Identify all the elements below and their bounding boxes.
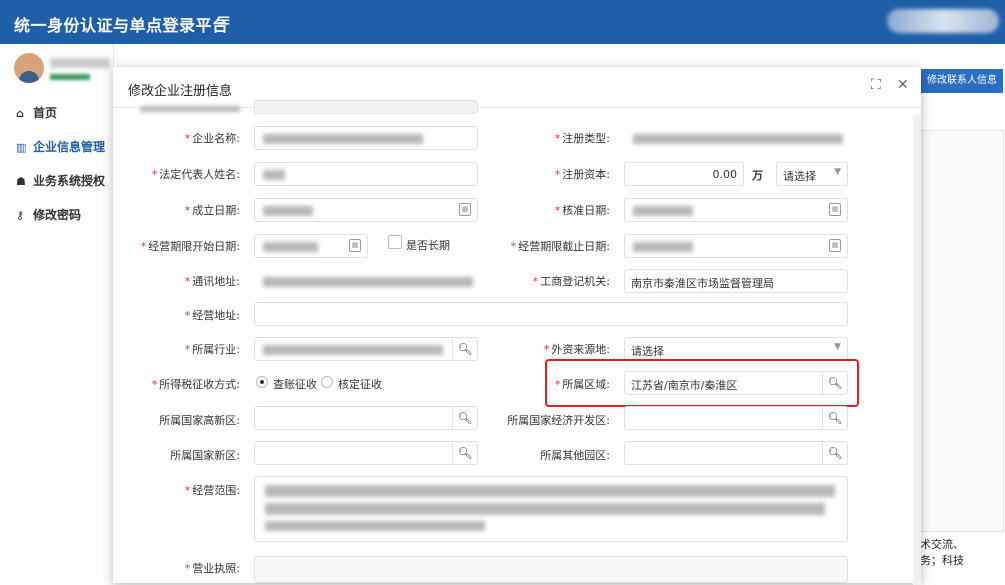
established-label: * 成立日期: <box>184 204 240 217</box>
scrollbar[interactable] <box>913 115 921 585</box>
reg-type-label: * 注册类型: <box>554 132 610 145</box>
field-label-redacted <box>140 106 240 112</box>
chevron-down-icon: ▼ <box>834 342 841 352</box>
reg-type-select[interactable] <box>624 126 848 150</box>
credit-code-input[interactable] <box>254 100 478 114</box>
menu-toggle-icon[interactable]: ≡ <box>216 10 231 31</box>
reg-authority-label: * 工商登记机关: <box>532 275 610 288</box>
fullscreen-icon[interactable]: ⛶ <box>871 77 881 93</box>
established-date-input[interactable]: ▦ <box>254 198 478 222</box>
region-highlight-box <box>545 359 859 407</box>
tax-method-label: * 所得税征收方式: <box>151 378 240 391</box>
search-icon[interactable]: 🔍︎ <box>822 407 847 429</box>
calendar-icon: ▦ <box>829 239 841 252</box>
currency-select[interactable]: 请选择 ▼ <box>776 162 848 186</box>
close-icon[interactable]: ✕ <box>897 77 909 93</box>
background-text: 术交流、 <box>920 538 964 551</box>
foreign-source-select[interactable]: 请选择 ▼ <box>624 337 848 361</box>
search-icon[interactable]: 🔍︎ <box>822 442 847 464</box>
app-title: 统一身份认证与单点登录平台 <box>14 16 229 35</box>
biz-address-input[interactable] <box>254 302 848 326</box>
national-new-label: 所属国家新区: <box>170 449 240 462</box>
national-econ-input[interactable]: 🔍︎ <box>624 406 848 430</box>
edit-contact-button[interactable]: 修改联系人信息 <box>921 69 1003 93</box>
reg-capital-input[interactable]: 0.00 <box>624 162 744 186</box>
search-icon[interactable]: 🔍︎ <box>452 338 477 360</box>
legal-rep-label: * 法定代表人姓名: <box>151 168 240 181</box>
foreign-source-label: * 外资来源地: <box>543 343 610 356</box>
biz-address-label: * 经营地址: <box>184 309 240 322</box>
license-upload[interactable] <box>254 556 848 583</box>
sidebar-item-enterprise[interactable]: ▥ 企业信息管理 <box>16 138 105 155</box>
sidebar-item-home[interactable]: ⌂ 首页 <box>16 104 57 121</box>
capital-unit: 万 <box>752 169 763 182</box>
bank-icon: ▥ <box>16 141 27 154</box>
address-label: * 通讯地址: <box>184 275 240 288</box>
national-new-input[interactable]: 🔍︎ <box>254 441 478 465</box>
address-input[interactable] <box>254 269 478 293</box>
term-end-date-input[interactable]: ▦ <box>624 234 848 258</box>
search-icon[interactable]: 🔍︎ <box>452 442 477 464</box>
other-park-label: 所属其他园区: <box>540 449 610 462</box>
tax-option-audit-label: 查账征收 <box>273 378 317 391</box>
reg-capital-label: * 注册资本: <box>554 168 610 181</box>
modal-title: 修改企业注册信息 <box>128 84 233 99</box>
term-start-date-input[interactable]: ▦ <box>254 234 368 258</box>
users-icon: ☗ <box>16 175 26 188</box>
background-text: 务；科技 <box>920 554 964 567</box>
sidebar: ⌂ 首页 ▥ 企业信息管理 ☗ 业务系统授权 ⚷ 修改密码 <box>0 44 114 583</box>
sidebar-item-authorization[interactable]: ☗ 业务系统授权 <box>16 172 105 189</box>
modal-header: 修改企业注册信息 ⛶ ✕ <box>113 67 921 108</box>
other-park-input[interactable]: 🔍︎ <box>624 441 848 465</box>
tax-option-assessed-label: 核定征收 <box>338 378 382 391</box>
calendar-icon: ▦ <box>829 203 841 216</box>
national-hitech-input[interactable]: 🔍︎ <box>254 406 478 430</box>
term-start-label: * 经营期限开始日期: <box>140 240 240 253</box>
license-label: * 营业执照: <box>184 562 240 575</box>
long-term-label: 是否长期 <box>406 239 450 252</box>
national-econ-label: 所属国家经济开发区: <box>507 414 610 427</box>
avatar <box>14 53 44 83</box>
top-bar: 统一身份认证与单点登录平台 ≡ <box>0 0 1005 44</box>
company-name-input[interactable] <box>254 126 478 150</box>
calendar-icon: ▦ <box>459 203 471 216</box>
national-hitech-label: 所属国家高新区: <box>159 414 240 427</box>
legal-rep-input[interactable] <box>254 162 478 186</box>
user-name-redacted <box>50 58 110 68</box>
industry-input[interactable]: 🔍︎ <box>254 337 478 361</box>
long-term-checkbox[interactable] <box>388 235 402 249</box>
biz-scope-textarea[interactable] <box>254 476 848 542</box>
calendar-icon: ▦ <box>349 239 361 252</box>
user-status-redacted <box>50 74 90 80</box>
reg-authority-input[interactable]: 南京市秦淮区市场监督管理局 <box>624 269 848 293</box>
company-name-label: * 企业名称: <box>184 132 240 145</box>
biz-scope-label: * 经营范围: <box>184 484 240 497</box>
approval-date-label: * 核准日期: <box>554 204 610 217</box>
key-icon: ⚷ <box>16 209 25 222</box>
sidebar-item-change-password[interactable]: ⚷ 修改密码 <box>16 206 81 223</box>
home-icon: ⌂ <box>16 107 24 120</box>
term-end-label: * 经营期限截止日期: <box>510 240 610 253</box>
industry-label: * 所属行业: <box>184 343 240 356</box>
tax-option-assessed-radio[interactable] <box>321 376 333 388</box>
tax-option-audit-radio[interactable] <box>256 376 268 388</box>
chevron-down-icon: ▼ <box>834 167 841 177</box>
search-icon[interactable]: 🔍︎ <box>452 407 477 429</box>
background-panel <box>912 130 1004 532</box>
user-info-redacted[interactable] <box>887 9 999 33</box>
approval-date-input[interactable]: ▦ <box>624 198 848 222</box>
